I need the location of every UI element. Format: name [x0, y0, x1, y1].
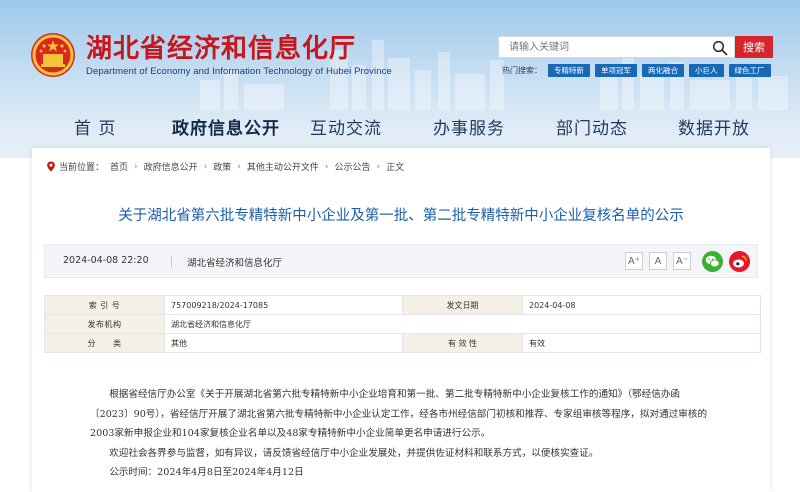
- chevron-right-icon: ›: [237, 161, 241, 172]
- chevron-right-icon: ›: [376, 161, 381, 172]
- hot-tag-lvsegongchang[interactable]: 绿色工厂: [728, 64, 771, 77]
- chevron-right-icon: ›: [134, 161, 138, 172]
- breadcrumb-label: 当前位置：: [59, 163, 105, 173]
- nav-item-department-news[interactable]: 部门动态: [556, 114, 628, 139]
- validity-value: 有效: [522, 333, 761, 353]
- publisher-label: 发布机构: [44, 314, 165, 334]
- hot-tag-lianghuarongyhe[interactable]: 两化融合: [642, 64, 684, 77]
- breadcrumb-home[interactable]: 首页: [110, 160, 128, 173]
- index-number-value: 757009218/2024-17085: [164, 295, 403, 315]
- publish-date: 2024-04-08 22:20: [63, 255, 149, 266]
- breadcrumb: 当前位置： 首页 › 政府信息公开 › 政策 › 其他主动公开文件 › 公示公告…: [46, 160, 404, 173]
- table-row: 索 引 号 757009218/2024-17085 发文日期 2024-04-…: [44, 295, 761, 315]
- location-pin-icon: [47, 161, 55, 172]
- hot-tag-zhuanjingtexin[interactable]: 专精特新: [548, 64, 590, 77]
- hot-tag-danxiangguanjun[interactable]: 单项冠军: [595, 64, 637, 77]
- font-decrease-button[interactable]: A⁻: [673, 252, 691, 270]
- issue-date-label: 发文日期: [402, 295, 523, 315]
- article-body: 根据省经信厅办公室《关于开展湖北省第六批专精特新中小企业培育和第一批、第二批专精…: [90, 385, 708, 483]
- hot-search-label: 热门搜索：: [502, 66, 542, 75]
- validity-label: 有 效 性: [402, 333, 523, 353]
- search-button[interactable]: 搜索: [735, 36, 773, 58]
- breadcrumb-other-files[interactable]: 其他主动公开文件: [247, 160, 319, 173]
- nav-item-interaction[interactable]: 互动交流: [310, 114, 382, 139]
- breadcrumb-current: 正文: [386, 163, 405, 173]
- publish-source: 湖北省经济和信息化厅: [187, 258, 283, 269]
- header-banner: 湖北省经济和信息化厅 Department of Economy and Inf…: [0, 0, 800, 158]
- article-title: 关于湖北省第六批专精特新中小企业及第一批、第二批专精特新中小企业复核名单的公示: [118, 208, 684, 224]
- hot-tag-xiaojuren[interactable]: 小巨人: [689, 64, 724, 77]
- document-info-table: 索 引 号 757009218/2024-17085 发文日期 2024-04-…: [44, 295, 761, 353]
- article-meta-bar: 2024-04-08 22:20 湖北省经济和信息化厅 A⁺ A A⁻: [44, 244, 758, 278]
- breadcrumb-gov-info[interactable]: 政府信息公开: [144, 160, 198, 173]
- category-label: 分 类: [44, 333, 165, 353]
- body-paragraph: 根据省经信厅办公室《关于开展湖北省第六批专精特新中小企业培育和第一批、第二批专精…: [90, 389, 708, 439]
- index-number-label: 索 引 号: [44, 295, 165, 315]
- content-card: 当前位置： 首页 › 政府信息公开 › 政策 › 其他主动公开文件 › 公示公告…: [32, 148, 770, 492]
- breadcrumb-policy[interactable]: 政策: [213, 160, 231, 173]
- national-emblem-icon: [31, 33, 75, 77]
- search-box: [498, 36, 735, 58]
- issue-date-value: 2024-04-08: [522, 295, 761, 315]
- site-title: 湖北省经济和信息化厅: [86, 33, 357, 64]
- hot-search-row: 热门搜索： 专精特新 单项冠军 两化融合 小巨人 绿色工厂: [502, 64, 776, 77]
- font-increase-button[interactable]: A⁺: [625, 252, 643, 270]
- table-row: 分 类 其他 有 效 性 有效: [44, 333, 761, 353]
- body-paragraph: 公示时间：2024年4月8日至2024年4月12日: [109, 467, 304, 478]
- search-input[interactable]: [499, 37, 704, 57]
- nav-item-gov-info[interactable]: 政府信息公开: [172, 114, 280, 139]
- nav-item-open-data[interactable]: 数据开放: [678, 114, 750, 139]
- nav-item-services[interactable]: 办事服务: [433, 114, 505, 139]
- site-brand[interactable]: 湖北省经济和信息化厅 Department of Economy and Inf…: [30, 32, 392, 78]
- meta-divider: [171, 256, 172, 268]
- main-nav: 首 页 政府信息公开 互动交流 办事服务 部门动态 数据开放: [0, 114, 800, 144]
- site-title-english: Department of Economy and Information Te…: [86, 65, 392, 77]
- wechat-icon[interactable]: [702, 251, 723, 272]
- chevron-right-icon: ›: [203, 161, 208, 172]
- chevron-right-icon: ›: [324, 161, 329, 172]
- weibo-icon[interactable]: [729, 251, 750, 272]
- body-paragraph: 欢迎社会各界参与监督，如有异议，请反馈省经信厅中小企业发展处，并提供佐证材料和联…: [109, 447, 599, 459]
- font-default-button[interactable]: A: [649, 252, 667, 270]
- breadcrumb-announcements[interactable]: 公示公告: [335, 160, 371, 173]
- search-icon[interactable]: [712, 40, 728, 56]
- table-row: 发布机构 湖北省经济和信息化厅: [44, 314, 761, 334]
- publisher-value: 湖北省经济和信息化厅: [164, 314, 761, 334]
- nav-item-home[interactable]: 首 页: [74, 114, 116, 139]
- category-value: 其他: [164, 333, 403, 353]
